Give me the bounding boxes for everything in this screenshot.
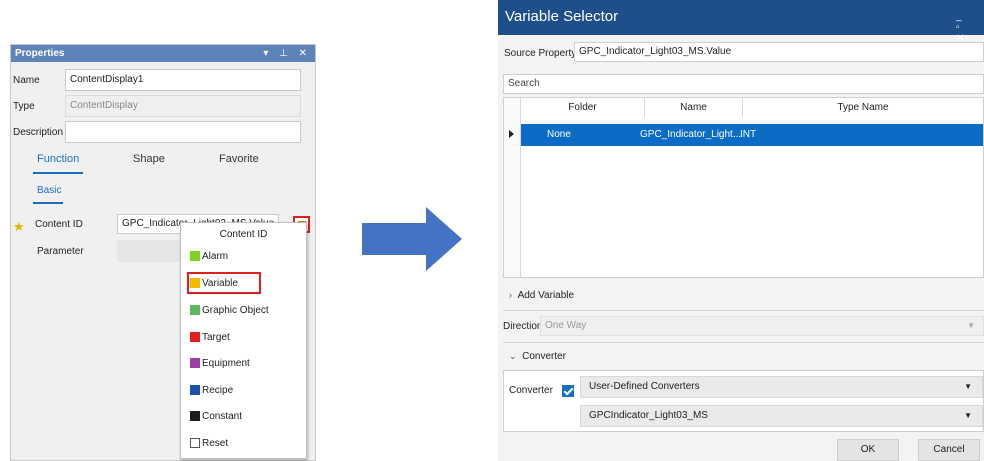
chevron-down-icon: ⌄ bbox=[509, 351, 517, 361]
description-field[interactable] bbox=[65, 121, 301, 143]
subtab-basic[interactable]: Basic bbox=[37, 185, 61, 196]
type-field: ContentDisplay bbox=[65, 95, 301, 117]
properties-title-bar: Properties ▾ ⊥ ✕ bbox=[11, 45, 315, 62]
reset-color-icon bbox=[190, 438, 200, 448]
chevron-right-icon: › bbox=[509, 290, 512, 300]
menu-item-text: Alarm bbox=[202, 250, 229, 262]
right-arrow-icon bbox=[362, 207, 462, 271]
tab-function-underline bbox=[33, 172, 83, 174]
converter-name-dropdown[interactable]: GPCIndicator_Light03_MS ▼ bbox=[580, 405, 983, 427]
favorite-star-icon[interactable]: ★ bbox=[13, 219, 25, 235]
cell-type: INT bbox=[740, 129, 757, 140]
dialog-title: Variable Selector bbox=[505, 8, 619, 25]
type-label: Type bbox=[13, 101, 35, 112]
menu-item-graphic-object-row[interactable]: Graphic Object bbox=[190, 303, 269, 317]
column-header-folder[interactable]: Folder bbox=[521, 98, 645, 117]
converter-type-dropdown[interactable]: User-Defined Converters ▼ bbox=[580, 376, 983, 398]
name-label: Name bbox=[13, 75, 40, 86]
menu-item-text: Recipe bbox=[202, 384, 234, 396]
tab-favorite[interactable]: Favorite bbox=[219, 153, 259, 165]
direction-label: Direction bbox=[503, 321, 543, 332]
menu-item-text: Constant bbox=[202, 410, 243, 422]
column-header-type-name[interactable]: Type Name bbox=[743, 98, 983, 117]
subtab-basic-underline bbox=[33, 202, 63, 204]
source-property-label: Source Property bbox=[504, 48, 577, 59]
search-input[interactable]: Search bbox=[503, 74, 984, 94]
column-header-name[interactable]: Name bbox=[645, 98, 743, 117]
dialog-window-controls[interactable]: _ ▫ ✕ bbox=[956, 11, 984, 44]
cancel-button[interactable]: Cancel bbox=[918, 439, 980, 461]
converter-name-value: GPCIndicator_Light03_MS bbox=[589, 410, 708, 421]
table-row[interactable]: None GPC_Indicator_Light... INT bbox=[521, 124, 983, 146]
menu-item-constant-row[interactable]: Constant bbox=[190, 409, 242, 423]
variable-selector-dialog: Variable Selector _ ▫ ✕ Source Property … bbox=[498, 0, 984, 461]
chevron-down-icon: ▼ bbox=[967, 321, 975, 330]
chevron-down-icon: ▼ bbox=[964, 411, 972, 420]
current-row-arrow-icon bbox=[509, 130, 514, 138]
converter-expander[interactable]: ⌄ Converter bbox=[509, 351, 566, 362]
cell-name: GPC_Indicator_Light... bbox=[640, 129, 742, 140]
recipe-color-icon bbox=[190, 385, 200, 395]
variable-grid: Folder Name Type Name None GPC_Indicator… bbox=[503, 97, 984, 278]
row-indicator-column bbox=[504, 98, 521, 277]
menu-item-text: Reset bbox=[202, 437, 229, 449]
direction-value: One Way bbox=[545, 320, 587, 331]
alarm-color-icon bbox=[190, 251, 200, 261]
converter-panel: Converter User-Defined Converters ▼ GPCI… bbox=[503, 370, 984, 432]
chevron-down-icon: ▼ bbox=[964, 382, 972, 391]
dialog-title-bar: Variable Selector _ ▫ ✕ bbox=[498, 0, 984, 44]
menu-item-target-row[interactable]: Target bbox=[190, 330, 230, 344]
menu-item-equipment-row[interactable]: Equipment bbox=[190, 356, 250, 370]
dropdown-header-label: Content ID bbox=[219, 229, 268, 240]
tab-function[interactable]: Function bbox=[37, 153, 79, 165]
cell-folder: None bbox=[547, 129, 571, 140]
divider bbox=[503, 310, 984, 311]
ok-button[interactable]: OK bbox=[837, 439, 899, 461]
add-variable-expander[interactable]: › Add Variable bbox=[509, 290, 574, 301]
graphic-object-color-icon bbox=[190, 305, 200, 315]
menu-item-text: Target bbox=[202, 331, 230, 343]
source-property-field[interactable]: GPC_Indicator_Light03_MS.Value bbox=[574, 42, 984, 62]
add-variable-label: Add Variable bbox=[517, 290, 575, 301]
converter-type-value: User-Defined Converters bbox=[589, 381, 700, 392]
constant-color-icon bbox=[190, 411, 200, 421]
name-field[interactable]: ContentDisplay1 bbox=[65, 69, 301, 91]
panel-window-controls[interactable]: ▾ ⊥ ✕ bbox=[263, 45, 311, 62]
parameter-label: Parameter bbox=[37, 246, 84, 257]
properties-title: Properties bbox=[15, 48, 65, 59]
menu-item-text: Graphic Object bbox=[202, 304, 269, 316]
direction-dropdown[interactable]: One Way ▼ bbox=[540, 316, 984, 336]
tab-shape[interactable]: Shape bbox=[133, 153, 165, 165]
description-label: Description bbox=[13, 127, 64, 138]
converter-section-label: Converter bbox=[522, 351, 567, 362]
equipment-color-icon bbox=[190, 358, 200, 368]
converter-checkbox[interactable] bbox=[562, 385, 574, 397]
target-color-icon bbox=[190, 332, 200, 342]
menu-item-recipe-row[interactable]: Recipe bbox=[190, 383, 233, 397]
variable-red-highlight bbox=[187, 272, 261, 294]
content-id-label: Content ID bbox=[35, 219, 83, 230]
divider bbox=[503, 342, 984, 343]
menu-item-alarm-row[interactable]: Alarm bbox=[190, 249, 228, 263]
menu-item-text: Equipment bbox=[202, 357, 250, 369]
content-id-dropdown-menu: Content ID Alarm Variable Graphic Object… bbox=[180, 222, 307, 459]
converter-label: Converter bbox=[509, 385, 553, 396]
menu-item-reset-row[interactable]: Reset bbox=[190, 436, 228, 450]
